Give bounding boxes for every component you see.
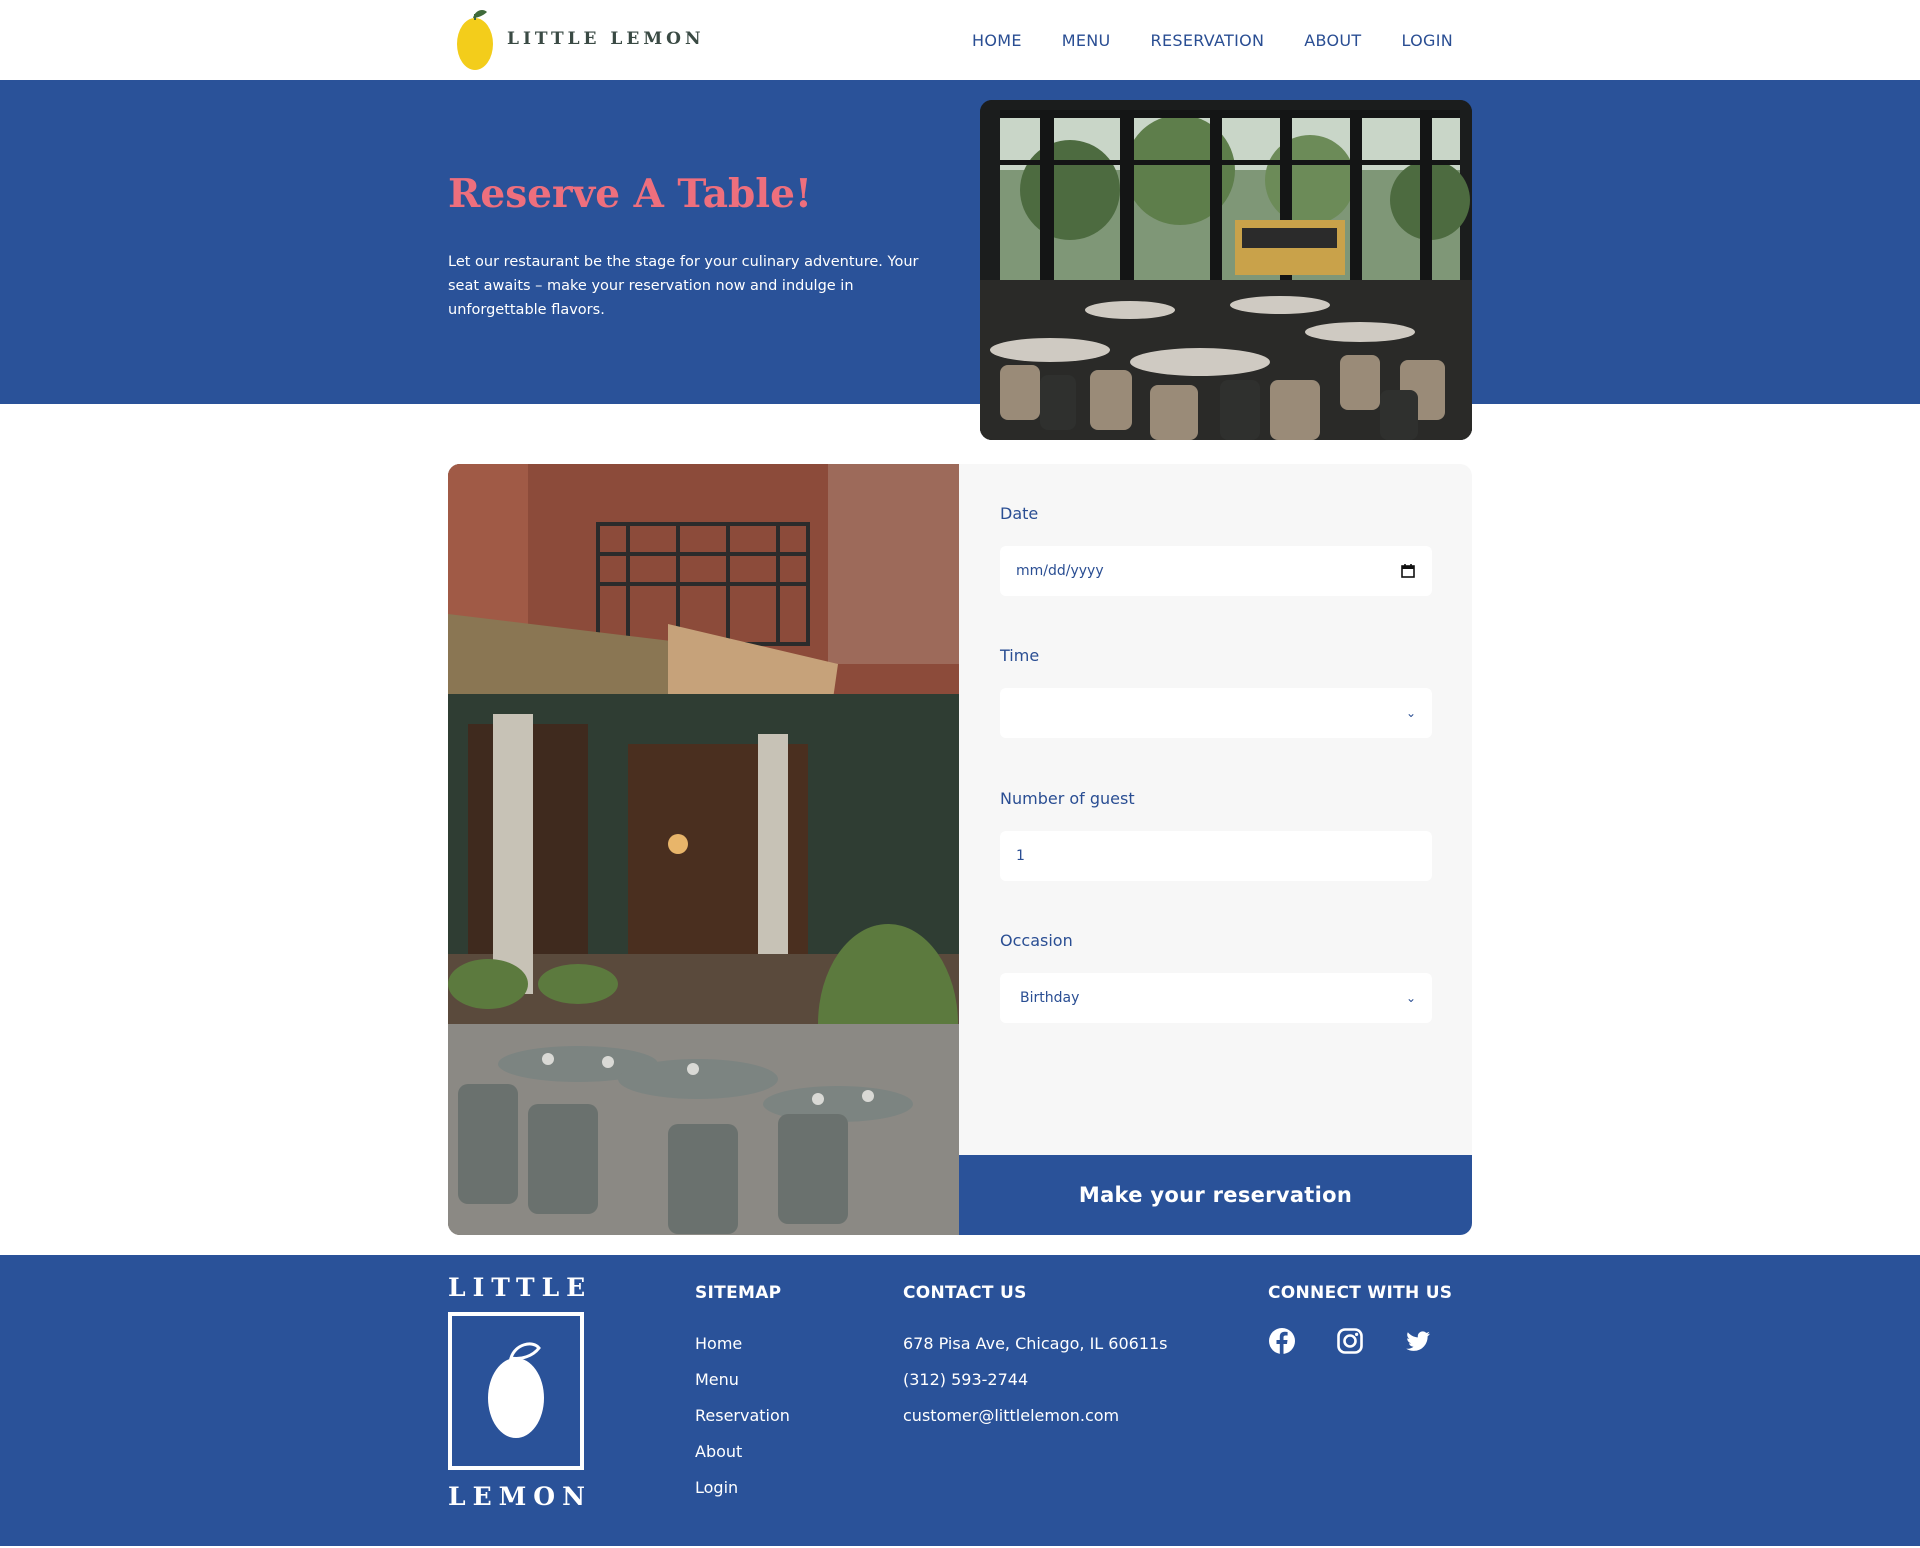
footer-logo-top: LITTLE <box>448 1273 593 1302</box>
hero-description: Let our restaurant be the stage for your… <box>448 254 919 318</box>
contact-email[interactable]: customer@littlelemon.com <box>903 1405 1168 1441</box>
footer-link-login[interactable]: Login <box>695 1477 790 1513</box>
lemon-icon <box>457 10 493 70</box>
brand-logo[interactable]: LITTLE LEMON <box>455 6 705 72</box>
brand-name: LITTLE LEMON <box>507 29 705 49</box>
sitemap-title: SITEMAP <box>695 1283 782 1303</box>
occasion-label: Occasion <box>1000 931 1073 950</box>
footer-link-about[interactable]: About <box>695 1441 790 1477</box>
nav-menu[interactable]: MENU <box>1062 31 1111 50</box>
footer-link-home[interactable]: Home <box>695 1333 790 1369</box>
sitemap-column: SITEMAP Home Menu Reservation About Logi… <box>695 1283 790 1513</box>
occasion-select[interactable]: Birthday ⌄ <box>1000 973 1432 1023</box>
footer-logo-bottom: LEMON <box>448 1482 592 1511</box>
date-label: Date <box>1000 504 1039 523</box>
instagram-icon[interactable] <box>1336 1327 1364 1355</box>
hero-section <box>0 80 1920 404</box>
connect-title: CONNECT WITH US <box>1268 1283 1453 1303</box>
contact-column: CONTACT US 678 Pisa Ave, Chicago, IL 606… <box>903 1283 1168 1441</box>
restaurant-interior-image <box>980 100 1472 440</box>
footer-link-reservation[interactable]: Reservation <box>695 1405 790 1441</box>
date-placeholder: mm/dd/yyyy <box>1016 563 1104 579</box>
guests-value: 1 <box>1016 848 1025 864</box>
time-select[interactable]: ⌄ <box>1000 688 1432 738</box>
footer-logo[interactable]: LITTLE LEMON <box>448 1273 593 1511</box>
chevron-down-icon: ⌄ <box>1405 706 1416 720</box>
calendar-icon[interactable] <box>1400 563 1416 579</box>
nav-login[interactable]: LOGIN <box>1401 31 1453 50</box>
occasion-value: Birthday <box>1020 990 1080 1006</box>
contact-phone[interactable]: (312) 593-2744 <box>903 1369 1168 1405</box>
guests-label: Number of guest <box>1000 789 1135 808</box>
date-input[interactable]: mm/dd/yyyy <box>1000 546 1432 596</box>
lemon-icon <box>488 1342 544 1438</box>
site-header: LITTLE LEMON HOME MENU RESERVATION ABOUT… <box>0 0 1920 80</box>
facebook-icon[interactable] <box>1268 1327 1296 1355</box>
nav-home[interactable]: HOME <box>972 31 1022 50</box>
nav-about[interactable]: ABOUT <box>1304 31 1361 50</box>
restaurant-patio-image <box>448 464 959 1235</box>
nav-reservation[interactable]: RESERVATION <box>1151 31 1265 50</box>
connect-column: CONNECT WITH US <box>1268 1283 1452 1355</box>
contact-title: CONTACT US <box>903 1283 1027 1303</box>
reservation-card: Date mm/dd/yyyy Time ⌄ Number of guest 1… <box>448 464 1472 1235</box>
chevron-down-icon: ⌄ <box>1405 991 1416 1005</box>
twitter-icon[interactable] <box>1404 1327 1432 1355</box>
make-reservation-button[interactable]: Make your reservation <box>959 1155 1472 1235</box>
time-label: Time <box>1000 646 1040 665</box>
site-footer: LITTLE LEMON SITEMAP Home Menu Reservati… <box>0 1255 1920 1546</box>
footer-link-menu[interactable]: Menu <box>695 1369 790 1405</box>
footer-logo-box <box>448 1312 584 1470</box>
page-title: Reserve A Table! <box>448 171 813 217</box>
guests-input[interactable]: 1 <box>1000 831 1432 881</box>
main-nav: HOME MENU RESERVATION ABOUT LOGIN <box>972 0 1453 80</box>
contact-address: 678 Pisa Ave, Chicago, IL 60611s <box>903 1334 1168 1353</box>
